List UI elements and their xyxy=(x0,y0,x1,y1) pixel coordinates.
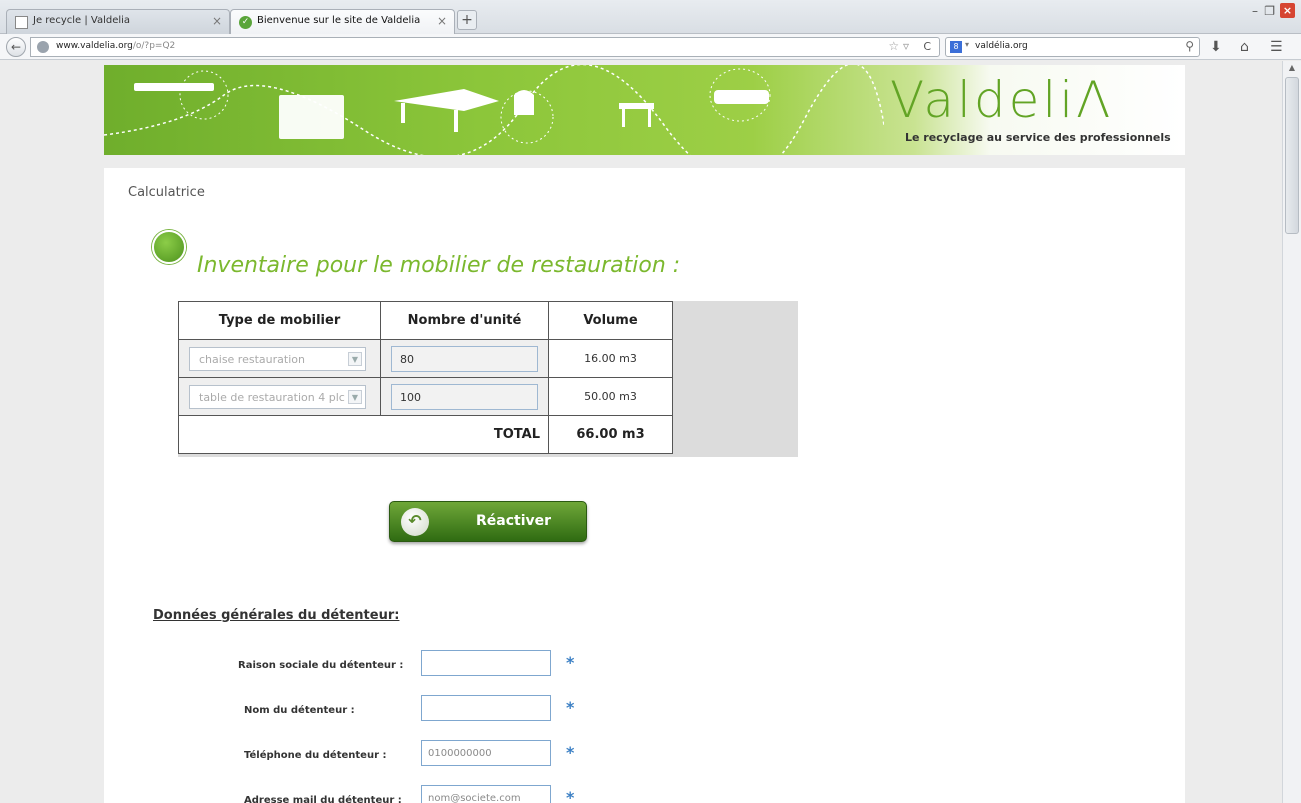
reload-icon[interactable]: C xyxy=(923,40,931,53)
furniture-type-select[interactable]: chaise restauration ▼ xyxy=(189,346,366,371)
tab-bienvenue[interactable]: ✓ Bienvenue sur le site de Valdelia × xyxy=(230,9,455,34)
vertical-scrollbar[interactable]: ▲ xyxy=(1282,61,1301,803)
download-icon[interactable]: ⬇ xyxy=(1210,39,1222,55)
home-icon[interactable]: ⌂ xyxy=(1240,39,1249,55)
company-name-field[interactable] xyxy=(421,650,551,676)
address-bar[interactable]: www.valdelia.org/o/?p=Q2 ☆ ▿ C xyxy=(30,37,940,57)
reactivate-button[interactable]: ↶ Réactiver xyxy=(389,501,587,542)
unit-count-input[interactable]: 80 xyxy=(391,345,538,372)
holder-section-title: Données générales du détenteur: xyxy=(153,608,400,623)
holder-name-field[interactable] xyxy=(421,695,551,721)
phone-field[interactable]: 0100000000 xyxy=(421,740,551,766)
chevron-down-icon[interactable]: ▾ xyxy=(965,40,969,49)
unit-count-input[interactable]: 100 xyxy=(391,383,538,410)
restore-icon[interactable]: ❐ xyxy=(1264,4,1275,18)
minimize-icon[interactable]: – xyxy=(1252,4,1258,18)
required-star-icon: * xyxy=(566,743,575,762)
holder-name-label: Nom du détenteur : xyxy=(244,705,355,716)
breadcrumb: Calculatrice xyxy=(128,185,205,200)
site-banner: ValdeliΛ Le recyclage au service des pro… xyxy=(104,65,1185,155)
reactivate-label: Réactiver xyxy=(476,513,552,529)
window-close-icon[interactable]: × xyxy=(1280,3,1295,18)
type-cell: table de restauration 4 plc ▼ xyxy=(178,377,381,416)
browser-nav-bar: ← www.valdelia.org/o/?p=Q2 ☆ ▿ C 8 ▾ val… xyxy=(0,34,1301,60)
tab-title: Je recycle | Valdelia xyxy=(33,15,131,26)
back-arrow-icon: ← xyxy=(10,40,22,54)
valdelia-favicon-icon: ✓ xyxy=(239,16,252,29)
email-field[interactable]: nom@societe.com xyxy=(421,785,551,803)
star-icon[interactable]: ☆ ▿ xyxy=(888,39,909,53)
required-star-icon: * xyxy=(566,698,575,717)
volume-cell: 50.00 m3 xyxy=(548,377,673,416)
table-header-row: Type de mobilier Nombre d'unité Volume xyxy=(178,301,673,340)
main-content: Calculatrice Inventaire pour le mobilier… xyxy=(104,168,1185,803)
url-host: www.valdelia.org xyxy=(56,41,133,51)
close-icon[interactable]: × xyxy=(437,14,447,28)
table-row: table de restauration 4 plc ▼ 100 50.00 … xyxy=(178,377,673,416)
total-value: 66.00 m3 xyxy=(548,415,673,454)
chair-icon xyxy=(152,230,186,264)
volume-cell: 16.00 m3 xyxy=(548,339,673,378)
company-name-label: Raison sociale du détenteur : xyxy=(238,660,404,671)
magnifier-icon[interactable]: ⚲ xyxy=(1185,39,1194,53)
url-text: www.valdelia.org/o/?p=Q2 xyxy=(56,41,175,51)
tab-je-recycle[interactable]: Je recycle | Valdelia × xyxy=(6,9,230,34)
search-bar[interactable]: 8 ▾ valdélia.org ⚲ xyxy=(945,37,1200,57)
undo-arrow-icon: ↶ xyxy=(401,508,429,536)
required-star-icon: * xyxy=(566,653,575,672)
required-star-icon: * xyxy=(566,788,575,803)
globe-icon xyxy=(37,41,49,53)
select-value: chaise restauration xyxy=(199,352,305,366)
table-row: chaise restauration ▼ 80 16.00 m3 xyxy=(178,339,673,378)
count-cell: 100 xyxy=(380,377,549,416)
back-button[interactable]: ← xyxy=(6,37,26,57)
total-row: TOTAL 66.00 m3 xyxy=(178,415,673,454)
type-cell: chaise restauration ▼ xyxy=(178,339,381,378)
page-viewport: ValdeliΛ Le recyclage au service des pro… xyxy=(0,61,1282,803)
column-header: Nombre d'unité xyxy=(380,301,549,340)
chevron-down-icon[interactable]: ▼ xyxy=(348,389,362,404)
inventory-table: Type de mobilier Nombre d'unité Volume c… xyxy=(178,301,673,454)
banner-tagline: Le recyclage au service des professionne… xyxy=(905,131,1171,144)
column-header: Type de mobilier xyxy=(178,301,381,340)
plus-icon: + xyxy=(461,12,473,28)
page-title: Inventaire pour le mobilier de restaurat… xyxy=(197,253,681,278)
furniture-type-select[interactable]: table de restauration 4 plc ▼ xyxy=(189,384,366,409)
tab-title: Bienvenue sur le site de Valdelia xyxy=(257,15,421,26)
furniture-illustration xyxy=(104,65,884,155)
valdelia-logo[interactable]: ValdeliΛ xyxy=(890,71,1113,129)
email-label: Adresse mail du détenteur : xyxy=(244,795,402,803)
search-text: valdélia.org xyxy=(975,41,1028,51)
search-engine-icon[interactable]: 8 xyxy=(950,41,962,53)
menu-icon[interactable]: ☰ xyxy=(1270,39,1283,55)
close-icon[interactable]: × xyxy=(212,14,222,28)
phone-label: Téléphone du détenteur : xyxy=(244,750,387,761)
scroll-up-icon[interactable]: ▲ xyxy=(1285,63,1299,75)
browser-tab-bar: Je recycle | Valdelia × ✓ Bienvenue sur … xyxy=(0,0,1301,34)
chevron-down-icon[interactable]: ▼ xyxy=(348,351,362,366)
column-header: Volume xyxy=(548,301,673,340)
count-cell: 80 xyxy=(380,339,549,378)
select-value: table de restauration 4 plc xyxy=(199,390,345,404)
scroll-thumb[interactable] xyxy=(1285,77,1299,234)
url-path: /o/?p=Q2 xyxy=(132,41,176,51)
new-tab-button[interactable]: + xyxy=(457,10,477,30)
total-label: TOTAL xyxy=(178,415,549,454)
blank-page-icon xyxy=(15,16,28,29)
